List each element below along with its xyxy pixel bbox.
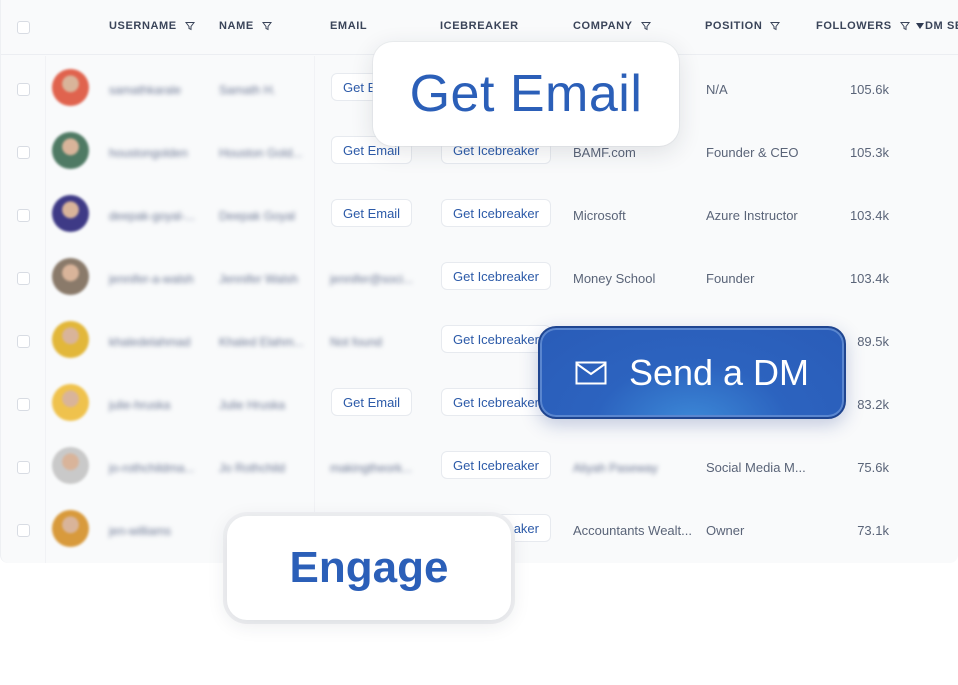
avatar bbox=[52, 447, 89, 484]
position-cell: N/A bbox=[706, 82, 728, 97]
username-cell[interactable]: jo-rothchildma... bbox=[109, 461, 209, 475]
position-cell: Azure Instructor bbox=[706, 208, 798, 223]
followers-cell: 83.2k bbox=[857, 397, 889, 412]
filter-icon[interactable] bbox=[770, 21, 781, 31]
get-icebreaker-button[interactable]: Get Icebreaker bbox=[441, 451, 551, 479]
row-checkbox[interactable] bbox=[17, 83, 30, 96]
row-checkbox[interactable] bbox=[17, 524, 30, 537]
followers-cell: 75.6k bbox=[857, 460, 889, 475]
username-cell[interactable]: jennifer-a-walsh bbox=[109, 272, 209, 286]
get-icebreaker-button[interactable]: Get Icebreaker bbox=[441, 199, 551, 227]
username-cell[interactable]: deepak-goyal-... bbox=[109, 209, 209, 223]
email-cell: Not found bbox=[330, 335, 383, 349]
get-icebreaker-button[interactable]: Get Icebreaker bbox=[441, 388, 551, 416]
sort-caret-icon[interactable] bbox=[916, 23, 924, 29]
get-email-callout[interactable]: Get Email bbox=[373, 42, 679, 146]
filter-icon[interactable] bbox=[899, 21, 910, 31]
table-row[interactable]: jo-rothchildma... Jo Rothchild makingtheor… bbox=[1, 437, 958, 500]
row-checkbox[interactable] bbox=[17, 335, 30, 348]
name-cell: Houston Gold... bbox=[219, 146, 303, 160]
position-cell: Owner bbox=[706, 523, 745, 538]
avatar bbox=[52, 510, 89, 547]
company-cell: Accountants Wealt... bbox=[573, 523, 692, 538]
avatar bbox=[52, 132, 89, 169]
name-cell: Jennifer Walsh bbox=[219, 272, 298, 286]
avatar bbox=[52, 384, 89, 421]
send-dm-label: Send a DM bbox=[628, 351, 810, 393]
column-header-company[interactable]: COMPANY bbox=[573, 20, 651, 32]
username-cell[interactable]: julie-hruska bbox=[109, 398, 209, 412]
filter-icon[interactable] bbox=[184, 21, 195, 31]
column-label: DM SE bbox=[925, 20, 958, 32]
username-cell[interactable]: jen-williams bbox=[109, 524, 209, 538]
position-cell: Founder & CEO bbox=[706, 145, 799, 160]
name-cell: Julie Hruska bbox=[219, 398, 286, 412]
filter-icon[interactable] bbox=[640, 21, 651, 31]
company-cell: Money School bbox=[573, 271, 656, 286]
row-checkbox[interactable] bbox=[17, 461, 30, 474]
column-header-position[interactable]: POSITION bbox=[705, 20, 781, 32]
column-label: EMAIL bbox=[330, 20, 368, 32]
table-row[interactable]: deepak-goyal-... Deepak Goyal Get Email Get… bbox=[1, 185, 958, 248]
name-cell: Khaled Elahm... bbox=[219, 335, 304, 349]
engage-callout-label: Engage bbox=[289, 543, 449, 592]
column-label: ICEBREAKER bbox=[440, 20, 519, 32]
avatar bbox=[52, 69, 89, 106]
avatar bbox=[52, 258, 89, 295]
username-cell[interactable]: khaledelahmad bbox=[109, 335, 209, 349]
get-icebreaker-button[interactable]: Get Icebreaker bbox=[441, 325, 551, 353]
column-header-username[interactable]: USERNAME bbox=[109, 20, 195, 32]
get-email-button[interactable]: Get Email bbox=[331, 199, 413, 227]
column-label: USERNAME bbox=[109, 20, 177, 32]
username-cell[interactable]: houstongolden bbox=[109, 146, 209, 160]
name-cell: Deepak Goyal bbox=[219, 209, 296, 223]
row-checkbox[interactable] bbox=[17, 146, 30, 159]
column-header-dm-sent[interactable]: DM SE bbox=[916, 20, 958, 32]
avatar bbox=[52, 195, 89, 232]
avatar bbox=[52, 321, 89, 358]
followers-cell: 103.4k bbox=[849, 271, 889, 286]
get-icebreaker-button[interactable]: Get Icebreaker bbox=[441, 262, 551, 290]
company-cell: BAMF.com bbox=[573, 145, 636, 160]
followers-cell: 73.1k bbox=[857, 523, 889, 538]
table-row[interactable]: jennifer-a-walsh Jennifer Walsh jennifer@s… bbox=[1, 248, 958, 311]
column-header-name[interactable]: NAME bbox=[219, 20, 272, 32]
followers-cell: 103.4k bbox=[849, 208, 889, 223]
name-cell: Samath H. bbox=[219, 83, 276, 97]
filter-icon[interactable] bbox=[261, 21, 272, 31]
mail-icon bbox=[575, 361, 607, 385]
company-cell: Microsoft bbox=[573, 208, 626, 223]
column-label: FOLLOWERS bbox=[816, 20, 892, 32]
name-cell: Jo Rothchild bbox=[219, 461, 286, 475]
company-cell: Aliyah Paseway bbox=[573, 461, 658, 475]
followers-cell: 105.3k bbox=[849, 145, 889, 160]
row-checkbox[interactable] bbox=[17, 398, 30, 411]
row-checkbox[interactable] bbox=[17, 272, 30, 285]
send-dm-button[interactable]: Send a DM bbox=[538, 326, 846, 419]
email-cell: makingtheork... bbox=[330, 461, 413, 475]
column-label: POSITION bbox=[705, 20, 763, 32]
position-cell: Social Media M... bbox=[706, 460, 806, 475]
followers-cell: 105.6k bbox=[849, 82, 889, 97]
row-checkbox[interactable] bbox=[17, 209, 30, 222]
column-label: NAME bbox=[219, 20, 254, 32]
column-label: COMPANY bbox=[573, 20, 633, 32]
username-cell[interactable]: samathkarale bbox=[109, 83, 209, 97]
engage-callout[interactable]: Engage bbox=[227, 516, 511, 620]
column-header-followers[interactable]: FOLLOWERS bbox=[816, 20, 910, 32]
followers-cell: 89.5k bbox=[857, 334, 889, 349]
column-header-icebreaker: ICEBREAKER bbox=[440, 20, 519, 32]
get-email-callout-label: Get Email bbox=[409, 65, 643, 123]
select-all-checkbox[interactable] bbox=[17, 21, 30, 34]
position-cell: Founder bbox=[706, 271, 755, 286]
get-email-button[interactable]: Get Email bbox=[331, 388, 413, 416]
email-cell: jennifer@soci... bbox=[330, 272, 413, 286]
column-header-email: EMAIL bbox=[330, 20, 367, 32]
